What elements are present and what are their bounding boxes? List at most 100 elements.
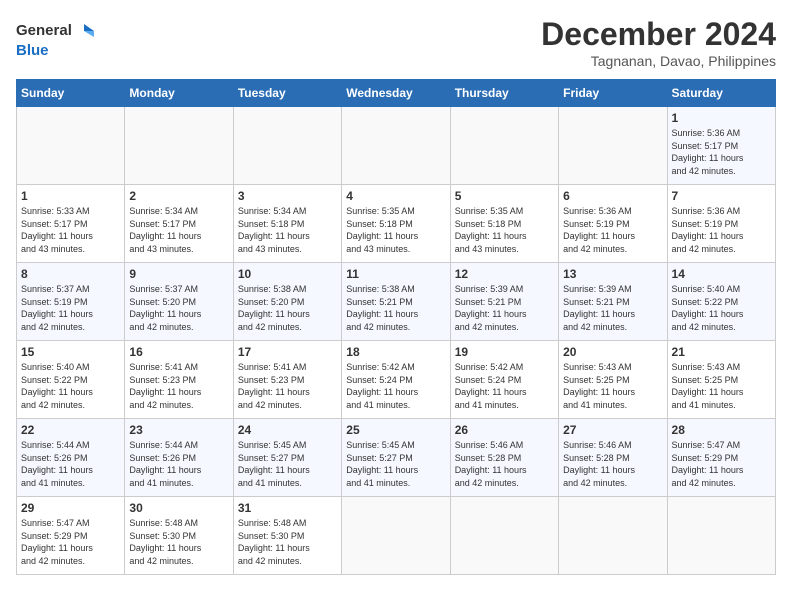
- calendar-cell: [667, 497, 775, 575]
- day-info: Sunrise: 5:41 AMSunset: 5:23 PMDaylight:…: [238, 362, 310, 410]
- header-day-thursday: Thursday: [450, 80, 558, 107]
- day-info: Sunrise: 5:48 AMSunset: 5:30 PMDaylight:…: [129, 518, 201, 566]
- calendar-cell: 6 Sunrise: 5:36 AMSunset: 5:19 PMDayligh…: [559, 185, 667, 263]
- calendar-cell: 3 Sunrise: 5:34 AMSunset: 5:18 PMDayligh…: [233, 185, 341, 263]
- week-row-1: 1 Sunrise: 5:33 AMSunset: 5:17 PMDayligh…: [17, 185, 776, 263]
- day-info: Sunrise: 5:43 AMSunset: 5:25 PMDaylight:…: [672, 362, 744, 410]
- day-number: 12: [455, 267, 554, 281]
- day-info: Sunrise: 5:44 AMSunset: 5:26 PMDaylight:…: [129, 440, 201, 488]
- day-info: Sunrise: 5:46 AMSunset: 5:28 PMDaylight:…: [563, 440, 635, 488]
- week-row-5: 29 Sunrise: 5:47 AMSunset: 5:29 PMDaylig…: [17, 497, 776, 575]
- header-row: SundayMondayTuesdayWednesdayThursdayFrid…: [17, 80, 776, 107]
- calendar-cell: 27 Sunrise: 5:46 AMSunset: 5:28 PMDaylig…: [559, 419, 667, 497]
- calendar-cell: 1 Sunrise: 5:33 AMSunset: 5:17 PMDayligh…: [17, 185, 125, 263]
- day-info: Sunrise: 5:41 AMSunset: 5:23 PMDaylight:…: [129, 362, 201, 410]
- day-info: Sunrise: 5:43 AMSunset: 5:25 PMDaylight:…: [563, 362, 635, 410]
- day-number: 2: [129, 189, 228, 203]
- week-row-2: 8 Sunrise: 5:37 AMSunset: 5:19 PMDayligh…: [17, 263, 776, 341]
- calendar-cell: [450, 107, 558, 185]
- header-day-saturday: Saturday: [667, 80, 775, 107]
- header-day-tuesday: Tuesday: [233, 80, 341, 107]
- day-number: 24: [238, 423, 337, 437]
- day-number: 13: [563, 267, 662, 281]
- day-info: Sunrise: 5:34 AMSunset: 5:18 PMDaylight:…: [238, 206, 310, 254]
- header: General Blue December 2024 Tagnanan, Dav…: [16, 16, 776, 69]
- calendar-cell: 1 Sunrise: 5:36 AMSunset: 5:17 PMDayligh…: [667, 107, 775, 185]
- calendar-cell: 10 Sunrise: 5:38 AMSunset: 5:20 PMDaylig…: [233, 263, 341, 341]
- header-day-monday: Monday: [125, 80, 233, 107]
- calendar-cell: 28 Sunrise: 5:47 AMSunset: 5:29 PMDaylig…: [667, 419, 775, 497]
- day-info: Sunrise: 5:36 AMSunset: 5:19 PMDaylight:…: [672, 206, 744, 254]
- calendar-cell: 30 Sunrise: 5:48 AMSunset: 5:30 PMDaylig…: [125, 497, 233, 575]
- calendar-cell: [17, 107, 125, 185]
- day-number: 22: [21, 423, 120, 437]
- calendar-cell: [342, 107, 450, 185]
- subtitle: Tagnanan, Davao, Philippines: [541, 53, 776, 69]
- day-number: 25: [346, 423, 445, 437]
- day-info: Sunrise: 5:36 AMSunset: 5:19 PMDaylight:…: [563, 206, 635, 254]
- logo: General Blue: [16, 16, 96, 60]
- header-day-friday: Friday: [559, 80, 667, 107]
- week-row-3: 15 Sunrise: 5:40 AMSunset: 5:22 PMDaylig…: [17, 341, 776, 419]
- day-number: 28: [672, 423, 771, 437]
- day-info: Sunrise: 5:40 AMSunset: 5:22 PMDaylight:…: [672, 284, 744, 332]
- day-number: 23: [129, 423, 228, 437]
- day-info: Sunrise: 5:39 AMSunset: 5:21 PMDaylight:…: [563, 284, 635, 332]
- calendar-cell: 7 Sunrise: 5:36 AMSunset: 5:19 PMDayligh…: [667, 185, 775, 263]
- calendar-table: SundayMondayTuesdayWednesdayThursdayFrid…: [16, 79, 776, 575]
- day-info: Sunrise: 5:42 AMSunset: 5:24 PMDaylight:…: [455, 362, 527, 410]
- day-number: 11: [346, 267, 445, 281]
- day-number: 21: [672, 345, 771, 359]
- day-number: 9: [129, 267, 228, 281]
- day-number: 15: [21, 345, 120, 359]
- day-number: 26: [455, 423, 554, 437]
- calendar-cell: 13 Sunrise: 5:39 AMSunset: 5:21 PMDaylig…: [559, 263, 667, 341]
- day-number: 6: [563, 189, 662, 203]
- day-info: Sunrise: 5:42 AMSunset: 5:24 PMDaylight:…: [346, 362, 418, 410]
- day-info: Sunrise: 5:48 AMSunset: 5:30 PMDaylight:…: [238, 518, 310, 566]
- day-info: Sunrise: 5:45 AMSunset: 5:27 PMDaylight:…: [346, 440, 418, 488]
- calendar-cell: 31 Sunrise: 5:48 AMSunset: 5:30 PMDaylig…: [233, 497, 341, 575]
- day-info: Sunrise: 5:47 AMSunset: 5:29 PMDaylight:…: [21, 518, 93, 566]
- day-number: 4: [346, 189, 445, 203]
- main-title: December 2024: [541, 16, 776, 53]
- logo-general: General: [16, 22, 72, 40]
- day-info: Sunrise: 5:46 AMSunset: 5:28 PMDaylight:…: [455, 440, 527, 488]
- header-day-sunday: Sunday: [17, 80, 125, 107]
- day-info: Sunrise: 5:36 AMSunset: 5:17 PMDaylight:…: [672, 128, 744, 176]
- day-info: Sunrise: 5:47 AMSunset: 5:29 PMDaylight:…: [672, 440, 744, 488]
- calendar-cell: 18 Sunrise: 5:42 AMSunset: 5:24 PMDaylig…: [342, 341, 450, 419]
- day-number: 14: [672, 267, 771, 281]
- title-section: December 2024 Tagnanan, Davao, Philippin…: [541, 16, 776, 69]
- week-row-4: 22 Sunrise: 5:44 AMSunset: 5:26 PMDaylig…: [17, 419, 776, 497]
- calendar-cell: 22 Sunrise: 5:44 AMSunset: 5:26 PMDaylig…: [17, 419, 125, 497]
- calendar-cell: 23 Sunrise: 5:44 AMSunset: 5:26 PMDaylig…: [125, 419, 233, 497]
- day-info: Sunrise: 5:44 AMSunset: 5:26 PMDaylight:…: [21, 440, 93, 488]
- calendar-cell: [342, 497, 450, 575]
- day-number: 1: [21, 189, 120, 203]
- calendar-cell: 12 Sunrise: 5:39 AMSunset: 5:21 PMDaylig…: [450, 263, 558, 341]
- day-number: 18: [346, 345, 445, 359]
- calendar-cell: [559, 107, 667, 185]
- calendar-cell: 5 Sunrise: 5:35 AMSunset: 5:18 PMDayligh…: [450, 185, 558, 263]
- week-row-0: 1 Sunrise: 5:36 AMSunset: 5:17 PMDayligh…: [17, 107, 776, 185]
- calendar-cell: [125, 107, 233, 185]
- day-info: Sunrise: 5:35 AMSunset: 5:18 PMDaylight:…: [455, 206, 527, 254]
- day-number: 27: [563, 423, 662, 437]
- calendar-cell: 19 Sunrise: 5:42 AMSunset: 5:24 PMDaylig…: [450, 341, 558, 419]
- day-info: Sunrise: 5:38 AMSunset: 5:21 PMDaylight:…: [346, 284, 418, 332]
- calendar-cell: [450, 497, 558, 575]
- day-number: 1: [672, 111, 771, 125]
- day-info: Sunrise: 5:34 AMSunset: 5:17 PMDaylight:…: [129, 206, 201, 254]
- calendar-cell: 4 Sunrise: 5:35 AMSunset: 5:18 PMDayligh…: [342, 185, 450, 263]
- day-number: 16: [129, 345, 228, 359]
- header-day-wednesday: Wednesday: [342, 80, 450, 107]
- calendar-cell: 2 Sunrise: 5:34 AMSunset: 5:17 PMDayligh…: [125, 185, 233, 263]
- logo-bird-icon: [74, 20, 96, 42]
- calendar-cell: [233, 107, 341, 185]
- day-info: Sunrise: 5:45 AMSunset: 5:27 PMDaylight:…: [238, 440, 310, 488]
- page: General Blue December 2024 Tagnanan, Dav…: [0, 0, 792, 585]
- day-number: 31: [238, 501, 337, 515]
- day-info: Sunrise: 5:37 AMSunset: 5:20 PMDaylight:…: [129, 284, 201, 332]
- day-info: Sunrise: 5:38 AMSunset: 5:20 PMDaylight:…: [238, 284, 310, 332]
